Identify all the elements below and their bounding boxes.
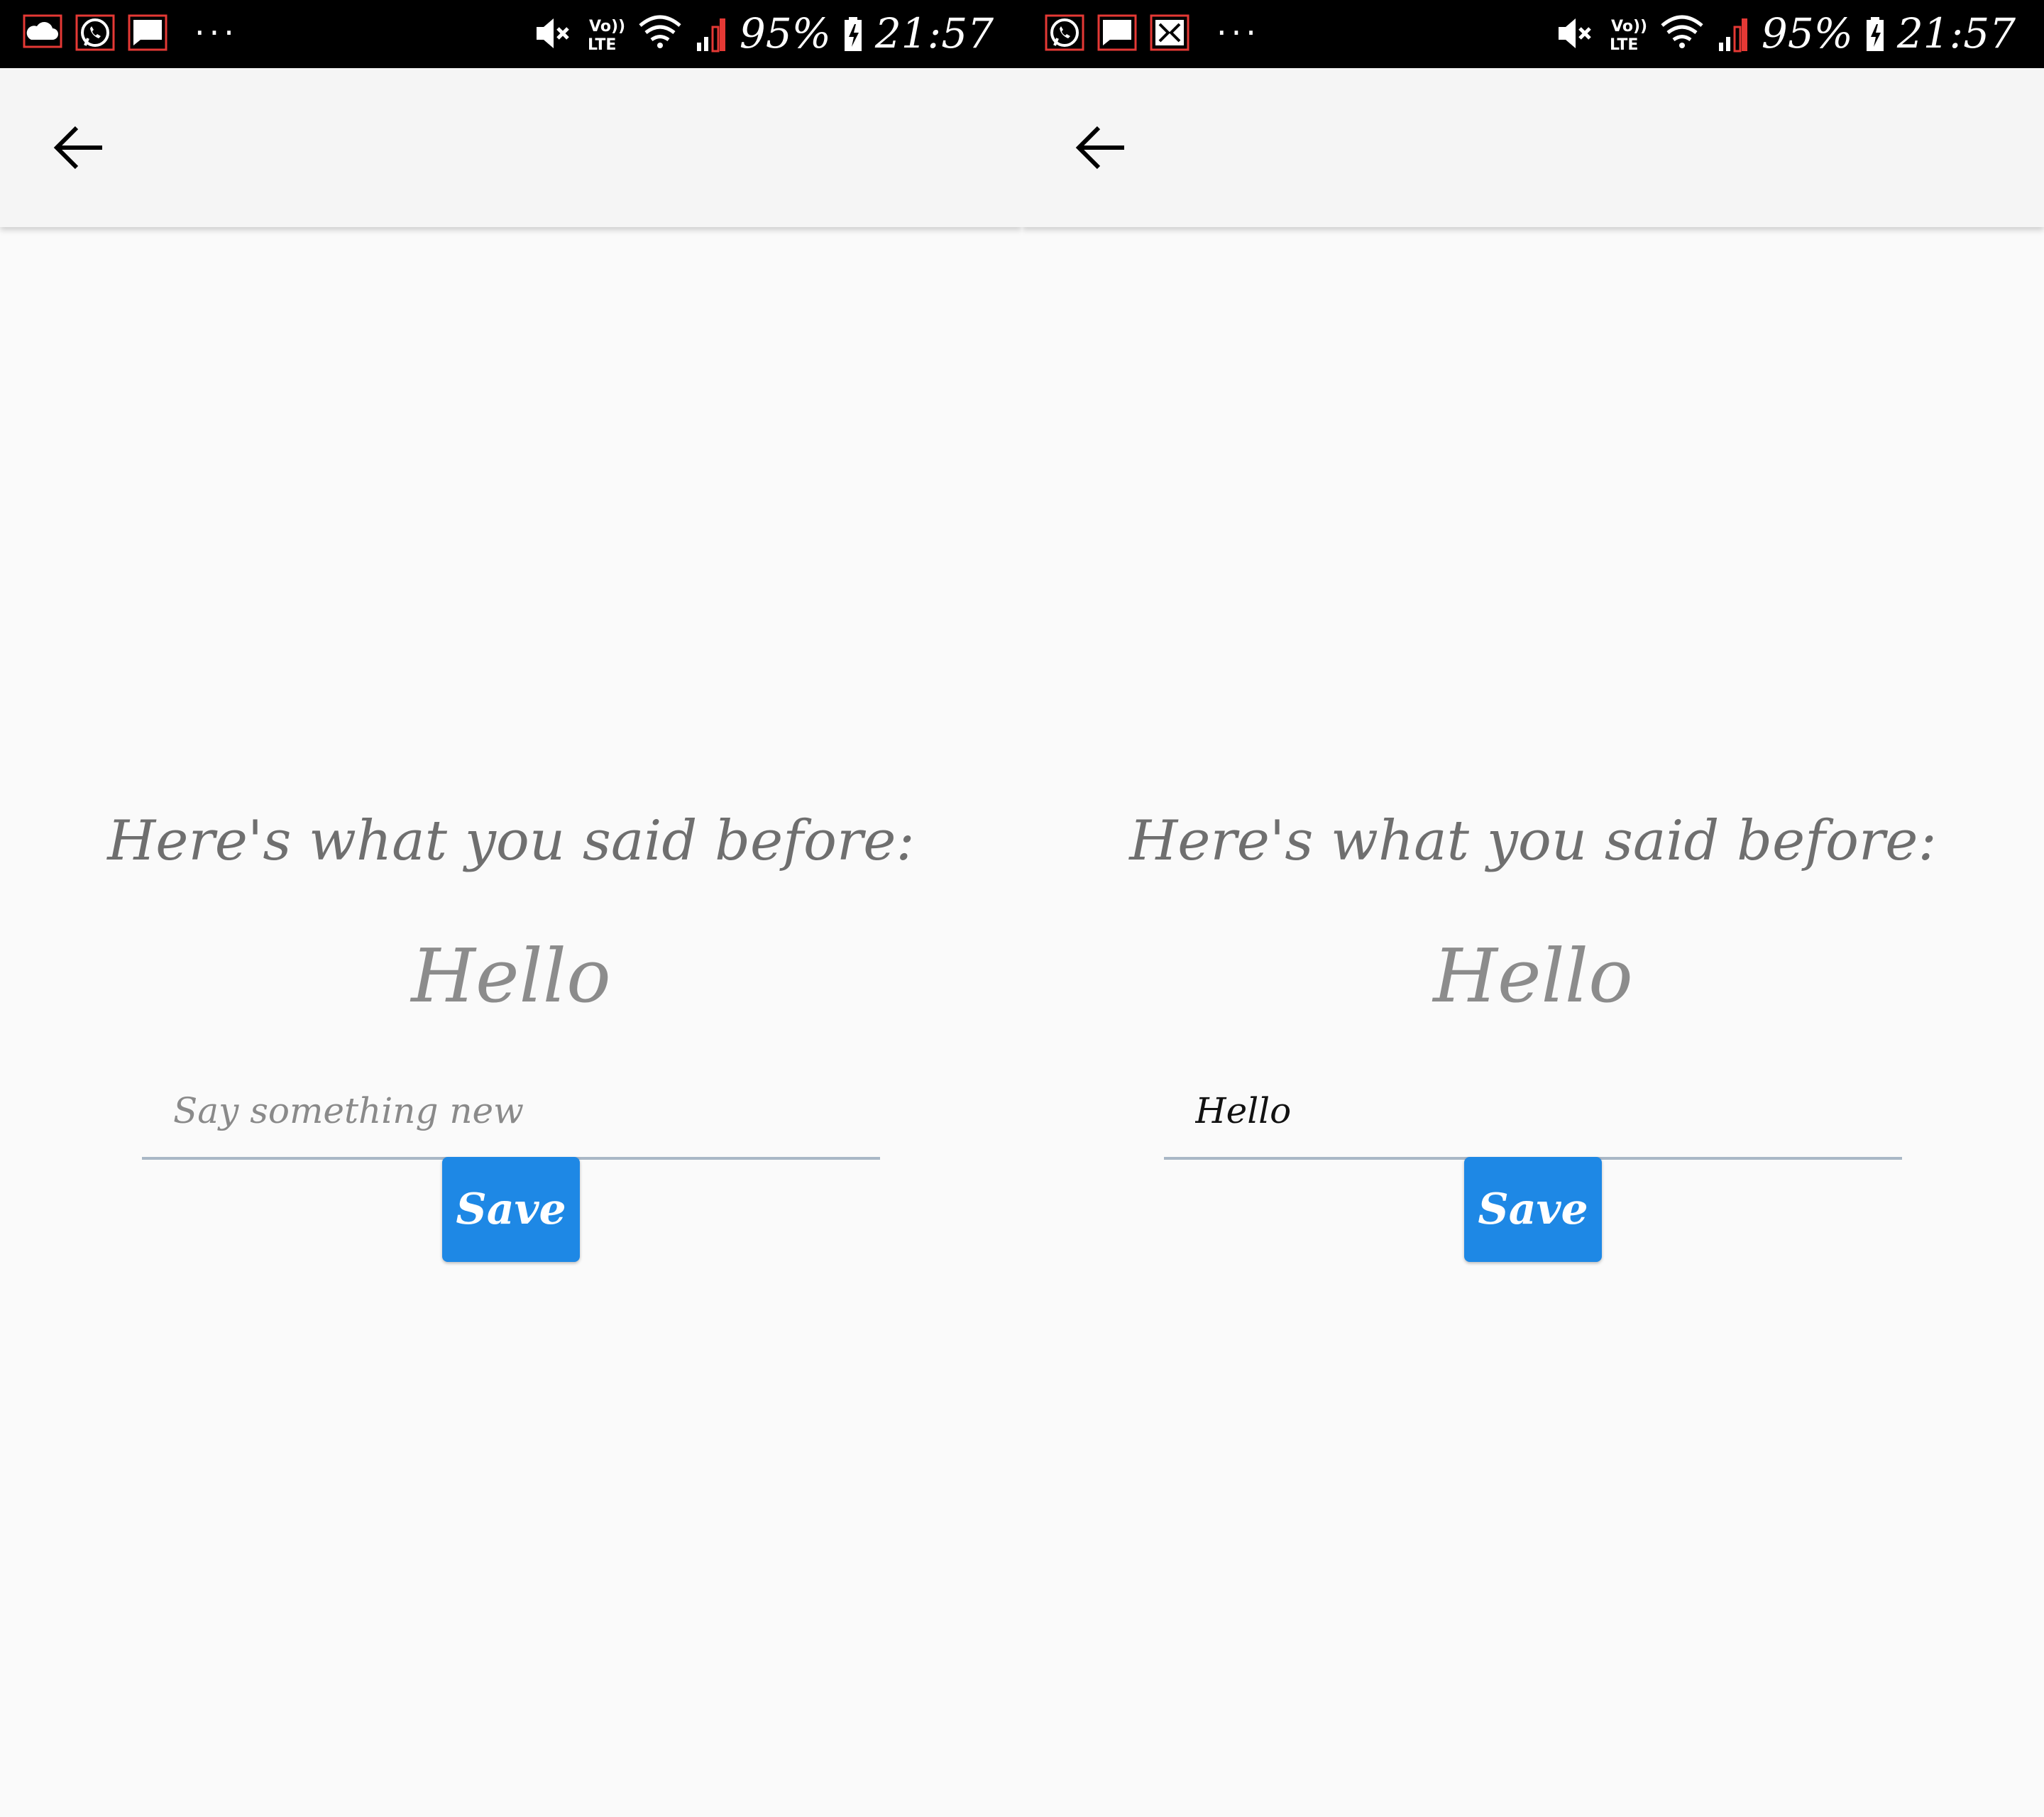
gallery-icon: [1150, 14, 1189, 51]
message-icon: [1097, 14, 1137, 51]
screen-left: ··· Vo)) LTE 95% 21:57 Here's what you s…: [0, 0, 1022, 1817]
whatsapp-icon: [1045, 14, 1084, 51]
message-input[interactable]: [173, 1086, 869, 1136]
overflow-indicator: ···: [1216, 13, 1260, 52]
battery-charging-icon: [844, 17, 862, 51]
svg-text:LTE: LTE: [1610, 36, 1638, 54]
save-button[interactable]: Save: [442, 1157, 580, 1262]
arrow-left-icon: [53, 126, 102, 170]
message-input[interactable]: [1195, 1086, 1891, 1136]
overflow-indicator: ···: [194, 13, 238, 52]
notification-icons: ···: [23, 13, 238, 53]
app-bar: [0, 68, 1022, 227]
app-bar: [1022, 68, 2044, 227]
system-icons: Vo)) LTE 95% 21:57: [1554, 10, 2016, 57]
prompt-heading: Here's what you said before:: [107, 809, 915, 873]
main-content: Here's what you said before: Hello Save: [0, 227, 1022, 1817]
cloud-icon: [23, 14, 62, 48]
arrow-left-icon: [1075, 126, 1124, 170]
notification-icons: ···: [1045, 13, 1260, 53]
wifi-icon: [1661, 15, 1703, 48]
status-bar: ··· Vo)) LTE 95% 21:57: [0, 0, 1022, 68]
message-field: [1164, 1065, 1902, 1160]
save-button[interactable]: Save: [1464, 1157, 1602, 1262]
mute-icon: [1558, 18, 1591, 48]
clock: 21:57: [1896, 9, 2016, 57]
system-icons: Vo)) LTE 95% 21:57: [532, 10, 994, 57]
previous-message: Hello: [411, 933, 611, 1019]
whatsapp-icon: [75, 14, 115, 51]
screen-right: ··· Vo)) LTE 95% 21:57 Here's what you s…: [1022, 0, 2044, 1817]
signal-icon: [696, 18, 725, 53]
signal-icon: [1718, 18, 1747, 53]
message-icon: [128, 14, 167, 51]
battery-percent: 95%: [1761, 9, 1853, 57]
svg-text:LTE: LTE: [588, 36, 616, 54]
svg-text:Vo)): Vo)): [589, 18, 625, 35]
message-field: [142, 1065, 880, 1160]
wifi-icon: [639, 15, 681, 48]
battery-charging-icon: [1866, 17, 1884, 51]
battery-percent: 95%: [739, 9, 831, 57]
screens-container: ··· Vo)) LTE 95% 21:57 Here's what you s…: [0, 0, 2044, 1817]
back-button[interactable]: [1057, 104, 1145, 192]
back-button[interactable]: [35, 104, 123, 192]
svg-text:Vo)): Vo)): [1611, 18, 1647, 35]
status-bar: ··· Vo)) LTE 95% 21:57: [1022, 0, 2044, 68]
clock: 21:57: [874, 9, 994, 57]
main-content: Here's what you said before: Hello Save: [1022, 227, 2044, 1817]
volte-icon: Vo)) LTE: [1610, 18, 1647, 54]
previous-message: Hello: [1433, 933, 1633, 1019]
prompt-heading: Here's what you said before:: [1129, 809, 1937, 873]
volte-icon: Vo)) LTE: [588, 18, 625, 54]
mute-icon: [536, 18, 569, 48]
